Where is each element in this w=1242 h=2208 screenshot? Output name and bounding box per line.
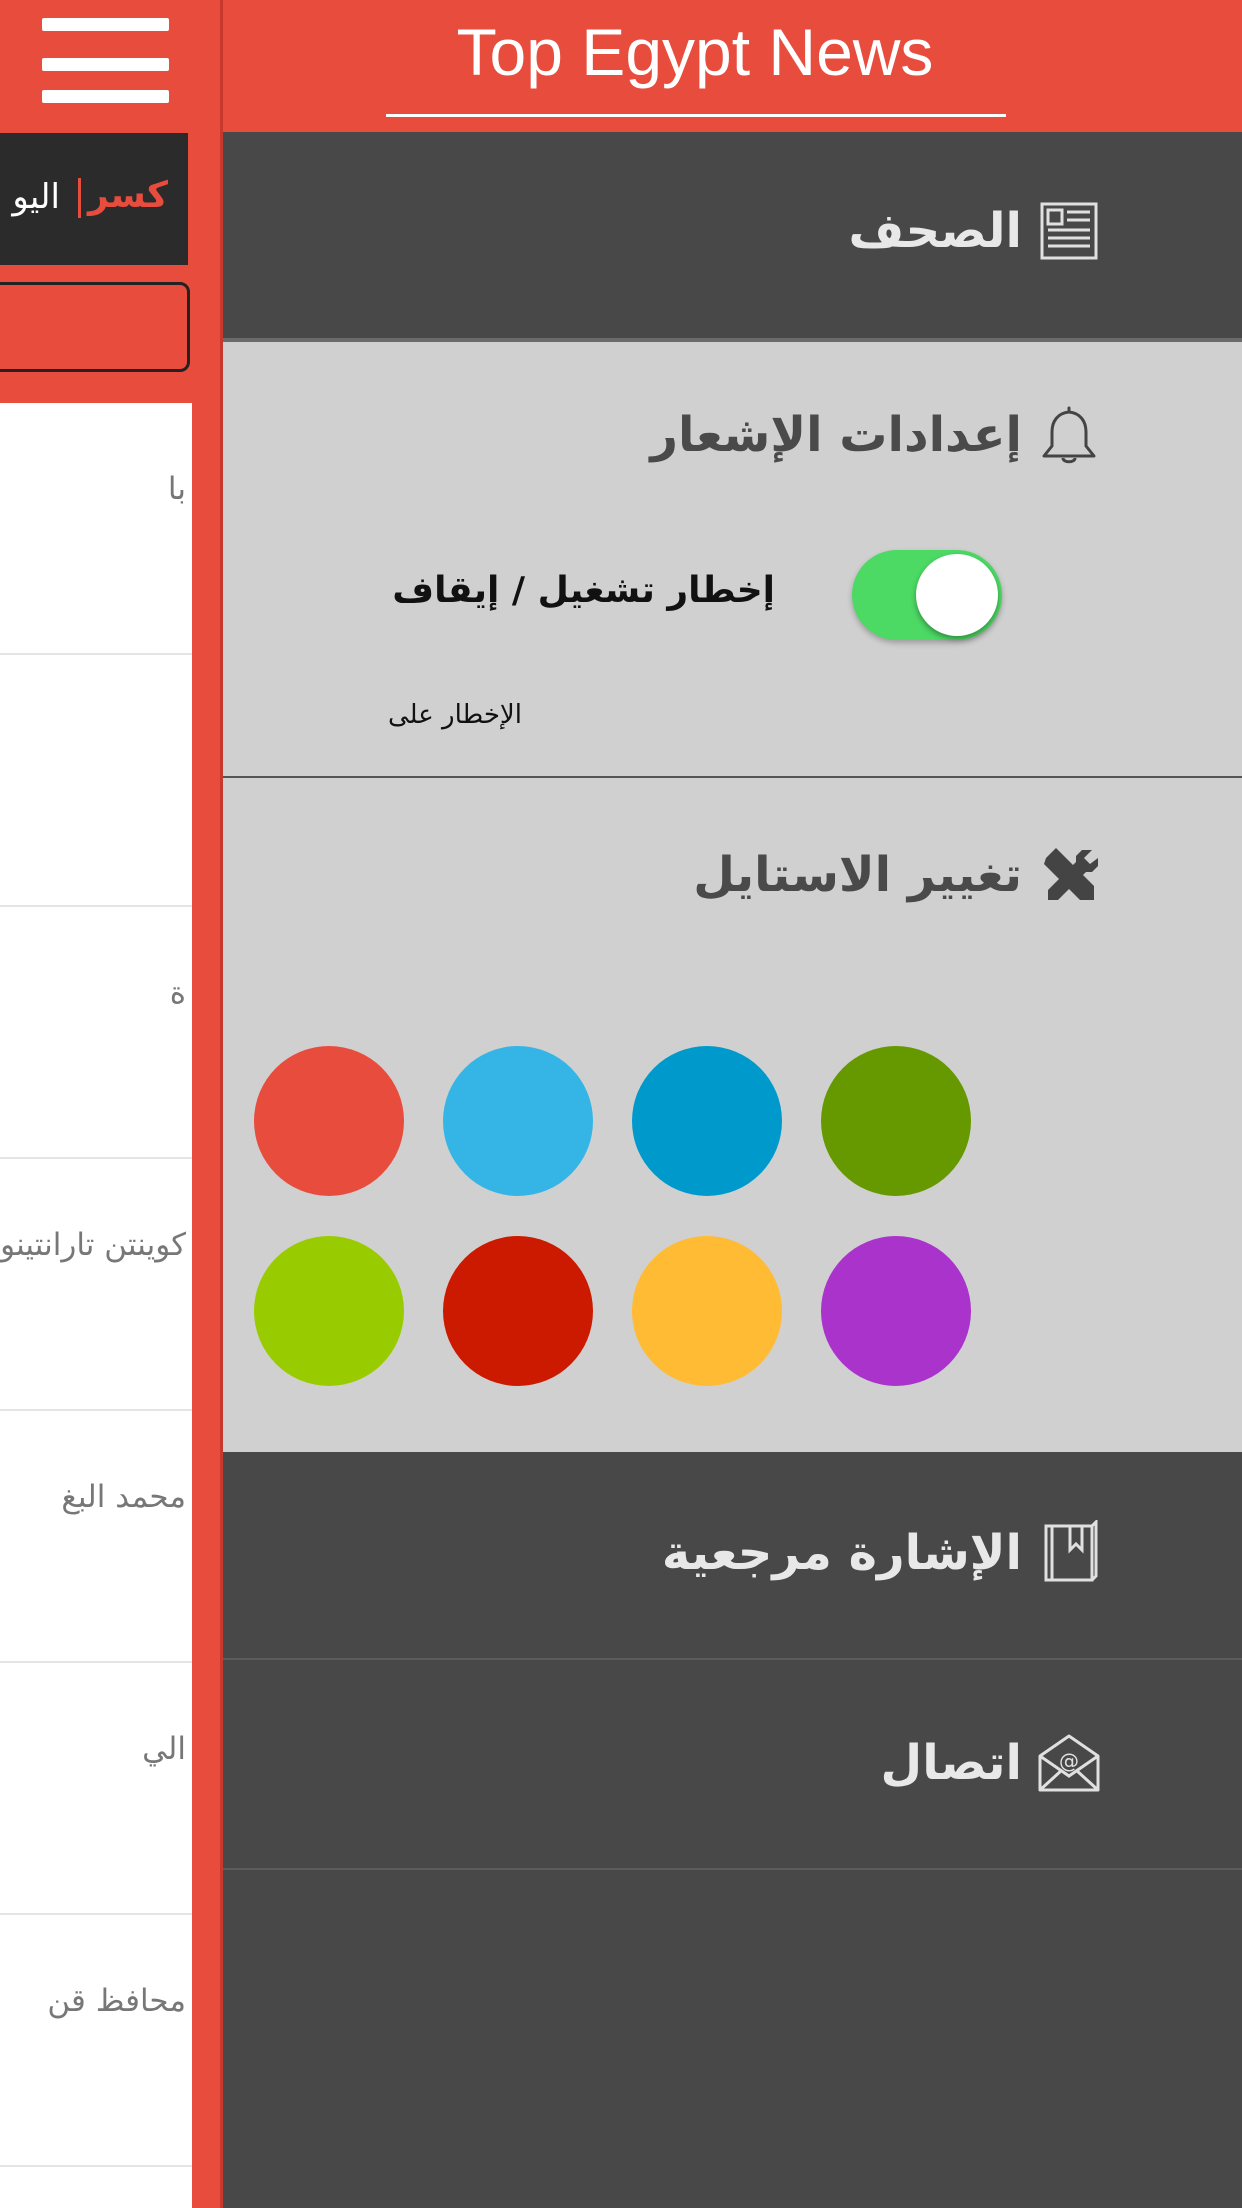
bookmarks-label: الإشارة مرجعية: [661, 1525, 1022, 1581]
color-swatch-4[interactable]: [821, 1046, 971, 1196]
svg-text:@: @: [1059, 1749, 1079, 1773]
list-item[interactable]: الي: [0, 1663, 192, 1915]
list-item[interactable]: ة: [0, 907, 192, 1159]
contact-label: اتصال: [880, 1735, 1022, 1791]
list-item[interactable]: محافظ قن: [0, 1915, 192, 2167]
notification-toggle-label: إخطار تشغيل / إيقاف: [392, 570, 775, 611]
list-item-title: محافظ قن: [47, 1983, 186, 2019]
newspaper-icon: [1040, 202, 1098, 260]
list-item[interactable]: با: [0, 403, 192, 655]
list-item-title: الي: [142, 1731, 186, 1767]
app-title: Top Egypt News: [456, 15, 934, 89]
notification-settings-section: إعدادات الإشعار إخطار تشغيل / إيقاف الإخ…: [223, 342, 1242, 777]
email-icon: @: [1038, 1734, 1100, 1792]
hamburger-icon[interactable]: [0, 0, 220, 130]
list-item-title: محمد البغ: [61, 1479, 186, 1515]
notification-status-label: الإخطار على: [388, 700, 522, 730]
list-item-title: با: [167, 471, 186, 507]
news-list: با ة كوينتن تارانتينو محمد البغ الي محاف…: [0, 403, 192, 2208]
list-item[interactable]: [0, 655, 192, 907]
ticker-label: كسر: [88, 175, 168, 216]
menu-item-contact[interactable]: اتصال @: [223, 1662, 1242, 1870]
main-content: اليو كسر با ة كوينتن تارانتينو محمد البغ…: [0, 0, 223, 2208]
color-swatch-3[interactable]: [632, 1046, 782, 1196]
color-swatch-1[interactable]: [254, 1046, 404, 1196]
list-item-title: كوينتن تارانتينو: [0, 1227, 186, 1263]
change-style-label: تغيير الاستايل: [693, 847, 1022, 903]
ticker-separator: [78, 178, 81, 218]
bell-icon: [1042, 406, 1096, 464]
list-item[interactable]: محمد البغ: [0, 1411, 192, 1663]
notification-toggle[interactable]: [852, 550, 1002, 640]
notification-settings-label: إعدادات الإشعار: [650, 407, 1022, 463]
color-swatch-8[interactable]: [821, 1236, 971, 1386]
tools-icon: [1044, 848, 1098, 900]
menu-item-papers[interactable]: الصحف: [223, 132, 1242, 340]
list-item-title: ة: [169, 975, 186, 1011]
color-swatch-7[interactable]: [632, 1236, 782, 1386]
list-item[interactable]: كوينتن تارانتينو: [0, 1159, 192, 1411]
breaking-news-ticker[interactable]: اليو كسر: [0, 133, 188, 265]
bookmark-book-icon: [1044, 1520, 1098, 1582]
search-input[interactable]: [0, 282, 190, 372]
toggle-knob: [916, 554, 998, 636]
color-swatch-6[interactable]: [443, 1236, 593, 1386]
color-swatch-5[interactable]: [254, 1236, 404, 1386]
change-style-section: تغيير الاستايل: [223, 778, 1242, 1452]
title-underline: [386, 114, 1006, 117]
menu-item-bookmarks[interactable]: الإشارة مرجعية: [223, 1452, 1242, 1660]
color-swatch-2[interactable]: [443, 1046, 593, 1196]
navigation-drawer: Top Egypt News الصحف إعدادات الإشعار إخط…: [223, 0, 1242, 2208]
ticker-text: اليو: [12, 177, 60, 217]
papers-label: الصحف: [848, 203, 1022, 259]
drawer-header: Top Egypt News: [223, 0, 1242, 132]
